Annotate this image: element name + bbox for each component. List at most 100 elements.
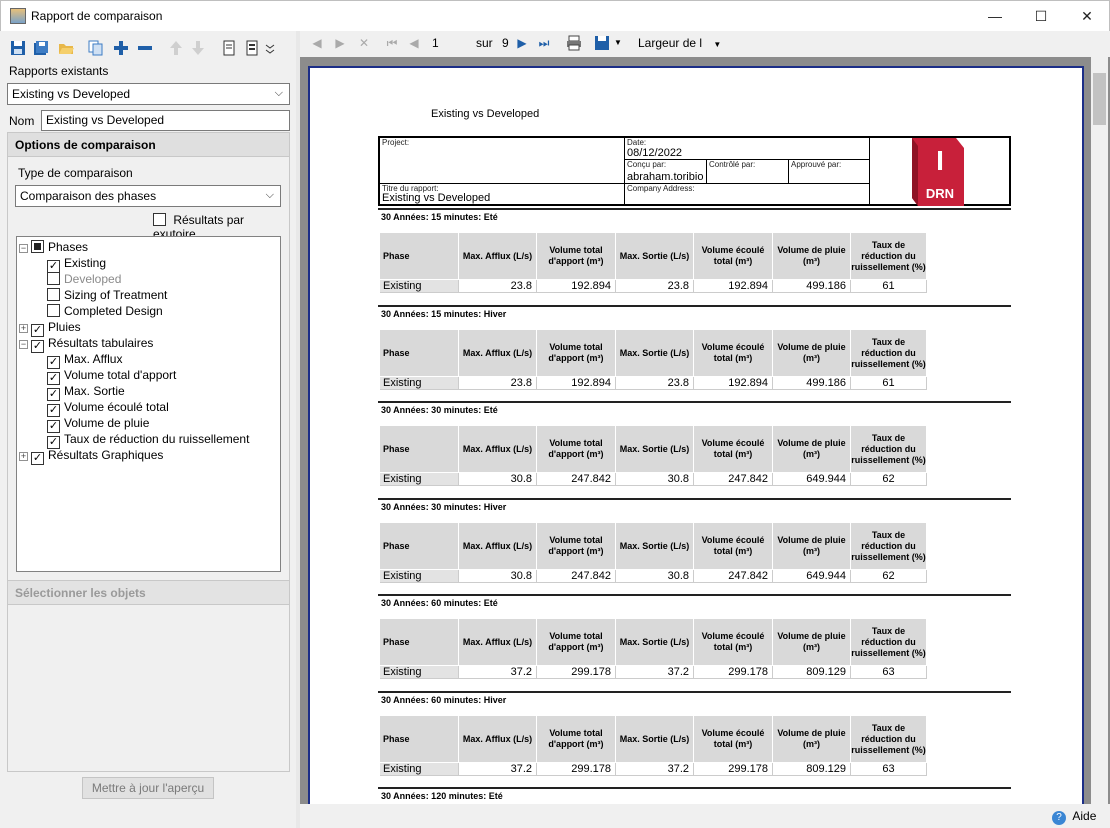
table-cell: Existing	[380, 570, 459, 583]
save-as-icon[interactable]	[33, 40, 49, 56]
tree-item[interactable]: ✓ Taux de réduction du ruissellement	[47, 432, 249, 449]
more-options-icon[interactable]	[264, 40, 280, 56]
collapse-icon[interactable]: −	[19, 244, 28, 253]
minimize-button[interactable]: —	[972, 1, 1018, 31]
table-header-row: Phase Max. Afflux (L/s) Volume total d'app…	[380, 716, 933, 762]
collapse-icon[interactable]: −	[19, 340, 28, 349]
tree-item[interactable]: ✓ Max. Afflux	[47, 352, 122, 369]
column-header: Volume écoulé total (m³)	[694, 330, 772, 376]
comparison-type-select[interactable]: Comparaison des phases ⌵	[15, 185, 281, 207]
close-button[interactable]: ✕	[1064, 1, 1110, 31]
chevron-down-icon: ▼	[713, 40, 722, 49]
tree-item[interactable]: ✓ Volume écoulé total	[47, 400, 169, 417]
table-cell: 499.186	[773, 377, 851, 390]
table-cell: 30.8	[616, 473, 694, 486]
tree-item[interactable]: Sizing of Treatment	[47, 288, 167, 303]
column-header: Taux de réduction du ruissellement (%)	[851, 716, 926, 762]
table-cell: 299.178	[694, 763, 773, 776]
table-header-row: Phase Max. Afflux (L/s) Volume total d'app…	[380, 619, 933, 665]
column-header: Taux de réduction du ruissellement (%)	[851, 619, 926, 665]
column-header: Volume total d'apport (m³)	[537, 523, 615, 569]
table-cell: 499.186	[773, 280, 851, 293]
export-icon[interactable]	[594, 35, 610, 51]
arrow-up-icon[interactable]	[168, 40, 184, 56]
table-row: Existing 30.8 247.842 30.8 247.842 649.944 62	[380, 473, 933, 486]
section-heading: 30 Années: 60 minutes: Eté	[378, 594, 1011, 610]
scrollbar-thumb[interactable]	[1093, 73, 1106, 125]
column-header: Phase	[380, 330, 458, 376]
table-cell: 37.2	[459, 666, 537, 679]
table-cell: 30.8	[459, 570, 537, 583]
minus-icon[interactable]	[137, 40, 153, 56]
page-icon[interactable]	[221, 40, 237, 56]
select-objects-title: Sélectionner les objets	[8, 581, 289, 605]
export-dropdown-icon[interactable]: ▼	[610, 35, 626, 51]
help-link[interactable]: ? Aide	[1052, 809, 1096, 825]
page-of-label: sur	[476, 36, 493, 50]
column-header: Volume de pluie (m³)	[773, 619, 850, 665]
tree-item[interactable]: ✓ Volume total d'apport	[47, 368, 176, 385]
table-cell: 299.178	[537, 763, 616, 776]
folder-open-icon[interactable]	[58, 40, 74, 56]
tree-item[interactable]: ✓ Max. Sortie	[47, 384, 125, 401]
tree-item[interactable]: + ✓ Résultats Graphiques	[19, 448, 163, 465]
tree-checkbox[interactable]	[47, 304, 60, 317]
date-label: Date:	[627, 138, 647, 147]
table-cell: 30.8	[616, 570, 694, 583]
table-cell: 61	[851, 280, 927, 293]
arrow-down-icon[interactable]	[190, 40, 206, 56]
tree-checkbox[interactable]: ✓	[31, 452, 44, 465]
tree-item[interactable]: Completed Design	[47, 304, 163, 319]
last-page-icon[interactable]: ⏭	[536, 35, 552, 51]
forward-icon[interactable]: ▶	[332, 35, 348, 51]
table-row: Existing 37.2 299.178 37.2 299.178 809.129 63	[380, 763, 933, 776]
logo-text: DRN	[926, 186, 954, 201]
tree-item[interactable]: ✓ Existing	[47, 256, 106, 273]
options-tree[interactable]: − Phases ✓ Existing Developed Sizing of Treat…	[16, 236, 281, 572]
update-preview-button[interactable]: Mettre à jour l'aperçu	[82, 777, 214, 799]
vertical-scrollbar[interactable]	[1091, 57, 1108, 804]
tree-checkbox[interactable]	[47, 288, 60, 301]
previous-page-icon[interactable]: ◀	[406, 35, 422, 51]
tree-item-label: Sizing of Treatment	[64, 288, 168, 302]
stop-icon[interactable]: ✕	[356, 35, 372, 51]
print-icon[interactable]	[566, 35, 582, 51]
existing-reports-select[interactable]: Existing vs Developed ⌵	[7, 83, 290, 105]
tree-item[interactable]: + ✓ Pluies	[19, 320, 81, 337]
project-label: Project:	[382, 138, 410, 147]
tree-checkbox[interactable]: ✓	[31, 340, 44, 353]
plus-icon[interactable]	[113, 40, 129, 56]
zoom-select[interactable]: Largeur de l ▼	[638, 36, 721, 50]
current-page-input[interactable]: 1	[432, 36, 470, 50]
next-page-icon[interactable]: ▶	[514, 35, 530, 51]
column-header: Volume écoulé total (m³)	[694, 233, 772, 279]
save-icon[interactable]	[10, 40, 26, 56]
company-address-cell: Company Address:	[625, 184, 870, 204]
tree-item[interactable]: − ✓ Résultats tabulaires	[19, 336, 153, 353]
list-page-icon[interactable]	[244, 40, 260, 56]
logo-letter: I	[936, 145, 944, 176]
expand-icon[interactable]: +	[19, 452, 28, 461]
expand-icon[interactable]: +	[19, 324, 28, 333]
table-header-row: Phase Max. Afflux (L/s) Volume total d'app…	[380, 523, 933, 569]
outlet-results-checkbox[interactable]	[153, 213, 166, 226]
section-heading: 30 Années: 30 minutes: Hiver	[378, 498, 1011, 514]
tree-checkbox[interactable]	[47, 272, 60, 285]
column-header: Taux de réduction du ruissellement (%)	[851, 523, 926, 569]
column-header: Volume total d'apport (m³)	[537, 716, 615, 762]
tree-item[interactable]: Developed	[47, 272, 121, 287]
first-page-icon[interactable]: ⏮	[384, 35, 400, 51]
copy-icon[interactable]	[88, 40, 104, 56]
tree-item[interactable]: ✓ Volume de pluie	[47, 416, 149, 433]
name-input[interactable]: Existing vs Developed	[41, 110, 290, 131]
column-header: Volume écoulé total (m³)	[694, 523, 772, 569]
column-header: Volume total d'apport (m³)	[537, 330, 615, 376]
column-header: Volume de pluie (m³)	[773, 233, 850, 279]
tree-checkbox[interactable]	[31, 240, 44, 253]
maximize-button[interactable]: ☐	[1018, 1, 1064, 31]
title-bar: Rapport de comparaison — ☐ ✕	[0, 0, 1110, 31]
tree-item[interactable]: − Phases	[19, 240, 88, 255]
page-total: 9	[502, 36, 509, 50]
report-preview[interactable]: Existing vs Developed Project: Date: 08/…	[300, 57, 1110, 826]
back-icon[interactable]: ◀	[309, 35, 325, 51]
